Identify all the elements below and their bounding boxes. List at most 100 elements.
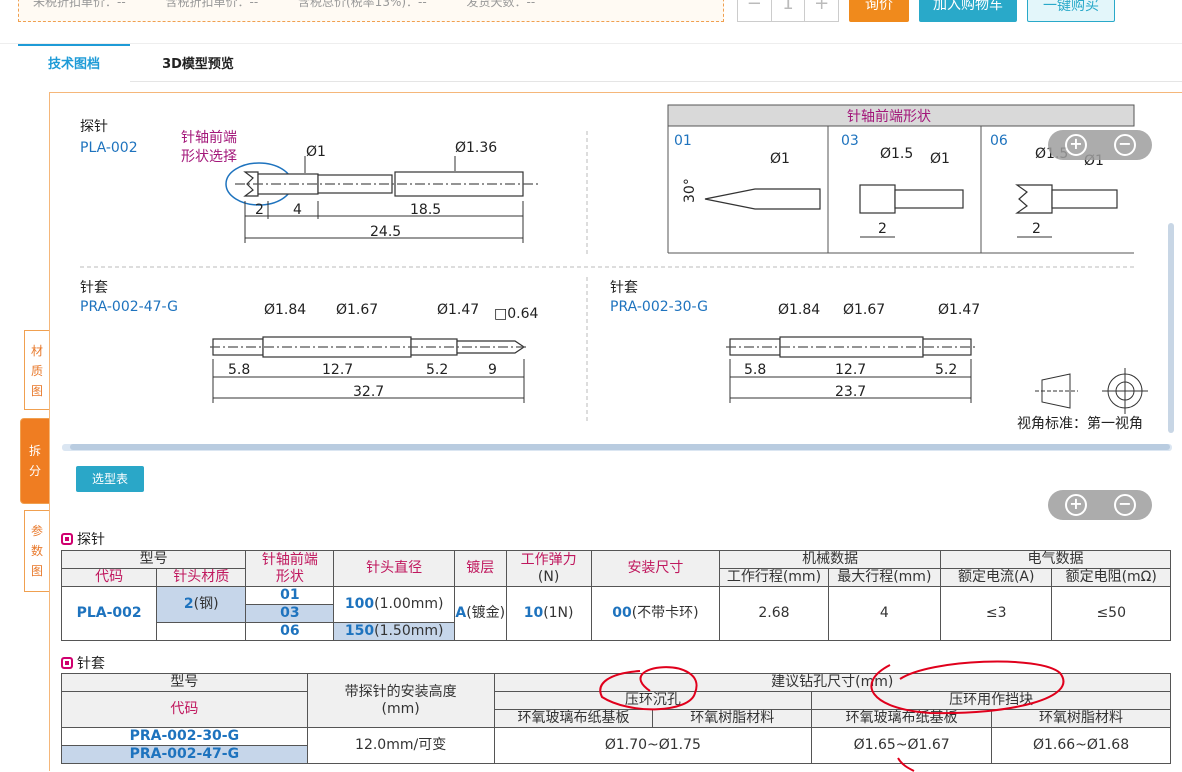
mount-code: 00 xyxy=(612,605,632,621)
annotation-tail xyxy=(897,757,915,772)
th-tip-diameter: 针头直径 xyxy=(333,550,455,587)
taxed-total: 含税总价(税率13%)：-- xyxy=(298,0,427,9)
section-marker-icon xyxy=(61,533,73,545)
probe-dim-d2: Ø1.36 xyxy=(455,140,497,156)
sleeve1-l4: 9 xyxy=(488,362,497,378)
probe-dim-d1: Ø1 xyxy=(306,144,326,160)
dia-option-100[interactable]: 100(1.00mm) xyxy=(333,586,455,623)
zoom-in-icon[interactable]: + xyxy=(1065,494,1087,516)
mount-cell[interactable]: 00(不带卡环) xyxy=(590,586,721,641)
tip01-dia: Ø1 xyxy=(770,151,790,167)
sleeve2-l3: 5.2 xyxy=(935,362,957,378)
dia2-code: 150 xyxy=(344,623,375,639)
zoom-out-icon[interactable]: − xyxy=(1114,134,1136,156)
max-stroke-cell: 4 xyxy=(827,586,942,641)
quantity-stepper[interactable]: − 1 + xyxy=(737,0,839,22)
sleeve1-sq: □0.64 xyxy=(494,306,538,322)
th-mount: 安装尺寸 xyxy=(590,550,721,587)
plating-cell[interactable]: A(镀金) xyxy=(453,586,507,641)
tab-3d-preview[interactable]: 3D模型预览 xyxy=(138,44,258,82)
dia2-value: (1.50mm) xyxy=(374,623,444,639)
tip-note-1: 针轴前端 xyxy=(181,129,237,146)
technical-drawing: 探针 PLA-002 针轴前端 形状选择 Ø1 Ø1.36 2 4 18.5 2… xyxy=(50,93,1182,451)
current-cell: ≤3 xyxy=(940,586,1053,641)
tip-code-06: 06 xyxy=(990,133,1008,149)
annotation-circle-counterbore xyxy=(599,666,698,711)
tip03-dia1: Ø1.5 xyxy=(880,146,913,162)
tab-tech-drawing[interactable]: 技术图档 xyxy=(18,44,130,82)
vertical-scrollbar[interactable] xyxy=(1168,223,1174,433)
content-panel: 探针 PLA-002 针轴前端 形状选择 Ø1 Ø1.36 2 4 18.5 2… xyxy=(49,92,1182,772)
th-stroke: 工作行程(mm) xyxy=(719,568,829,587)
probe-code: PLA-002 xyxy=(80,140,138,156)
sleeve2-code: PRA-002-30-G xyxy=(610,299,708,315)
tip-code-01: 01 xyxy=(674,133,692,149)
material-cell[interactable]: 2(钢) xyxy=(156,586,247,623)
material-name: (钢) xyxy=(193,596,219,612)
minus-button[interactable]: − xyxy=(738,0,772,21)
stroke-cell: 2.68 xyxy=(719,586,829,641)
tip-shapes xyxy=(704,184,1118,214)
zoom-out-icon[interactable]: − xyxy=(1114,494,1136,516)
th-force-label: 工作弹力 xyxy=(520,551,577,568)
th-material: 针头材质 xyxy=(156,568,247,587)
sleeve1-d3: Ø1.47 xyxy=(437,302,479,318)
th-mech: 机械数据 xyxy=(719,550,942,569)
th-force-unit: (N) xyxy=(537,568,560,585)
force-cell[interactable]: 10(1N) xyxy=(505,586,592,641)
probe-section-title: 探针 xyxy=(61,529,105,549)
tip-code-03: 03 xyxy=(841,133,859,149)
probe-dim-total: 24.5 xyxy=(370,224,401,240)
tip-note-2: 形状选择 xyxy=(181,149,237,165)
view-standard-note: 视角标准：第一视角 xyxy=(1017,415,1143,432)
annotation-circle-stopper xyxy=(870,660,1065,715)
material-empty-cell xyxy=(156,622,247,641)
plate-code: A xyxy=(455,605,467,621)
shape-option-01[interactable]: 01 xyxy=(245,586,335,605)
sleeve1-d1: Ø1.84 xyxy=(264,302,306,318)
th-resistance: 额定电阻(mΩ) xyxy=(1051,568,1171,587)
th-code: 代码 xyxy=(60,568,158,587)
add-to-cart-button[interactable]: 加入购物车 xyxy=(919,0,1017,22)
shape-option-03[interactable]: 03 xyxy=(245,604,335,623)
th-model: 型号 xyxy=(60,550,247,569)
sleeve2-l2: 12.7 xyxy=(835,362,866,378)
dia1-code: 100 xyxy=(344,596,375,612)
taxed-price: 含税折扣单价：-- xyxy=(165,0,259,9)
tip06-len: 2 xyxy=(1032,221,1041,237)
plus-button[interactable]: + xyxy=(805,0,838,21)
sleeve1-label: 针套 xyxy=(80,280,108,296)
sleeve2-body xyxy=(726,336,976,358)
quantity-input[interactable]: 1 xyxy=(772,0,806,21)
tip01-angle: 30° xyxy=(682,178,698,203)
inquiry-button[interactable]: 询价 xyxy=(849,0,909,22)
th-elec: 电气数据 xyxy=(940,550,1171,569)
th-max-stroke: 最大行程(mm) xyxy=(827,568,942,587)
buy-now-button[interactable]: 一键购买 xyxy=(1027,0,1115,22)
sleeve2-label: 针套 xyxy=(610,280,638,296)
untaxed-price: 未税折扣单价：-- xyxy=(33,0,126,9)
th-force: 工作弹力 (N) xyxy=(505,550,592,587)
selection-table-button[interactable]: 选型表 xyxy=(76,466,144,492)
th-plating: 镀层 xyxy=(453,550,507,587)
mount-value: (不带卡环) xyxy=(631,605,699,621)
probe-dim-l2: 4 xyxy=(293,202,302,218)
side-tab-material[interactable]: 材 质 图 xyxy=(24,330,50,410)
price-summary: 未税折扣单价：-- 含税折扣单价：-- 含税总价(税率13%)：-- 发货天数：… xyxy=(18,0,724,22)
probe-dim-l1: 2 xyxy=(255,202,264,218)
sleeve2-d3: Ø1.47 xyxy=(938,302,980,318)
purchase-bar: 未税折扣单价：-- 含税折扣单价：-- 含税总价(税率13%)：-- 发货天数：… xyxy=(0,0,1182,44)
ship-days: 发货天数：-- xyxy=(466,0,536,9)
material-code: 2 xyxy=(183,596,194,612)
shape-option-06[interactable]: 06 xyxy=(245,622,335,641)
sleeve1-l2: 12.7 xyxy=(322,362,353,378)
tab-bar: 技术图档 3D模型预览 xyxy=(18,44,1182,82)
dia-option-150[interactable]: 150(1.50mm) xyxy=(333,622,455,641)
side-tab-split[interactable]: 拆 分 xyxy=(20,418,50,504)
probe-label: 探针 xyxy=(80,119,108,135)
tip03-dia2: Ø1 xyxy=(930,151,950,167)
horizontal-scrollbar[interactable] xyxy=(70,444,1170,450)
zoom-in-icon[interactable]: + xyxy=(1065,134,1087,156)
side-tab-params[interactable]: 参 数 图 xyxy=(24,510,50,592)
plate-name: (镀金) xyxy=(466,605,506,621)
